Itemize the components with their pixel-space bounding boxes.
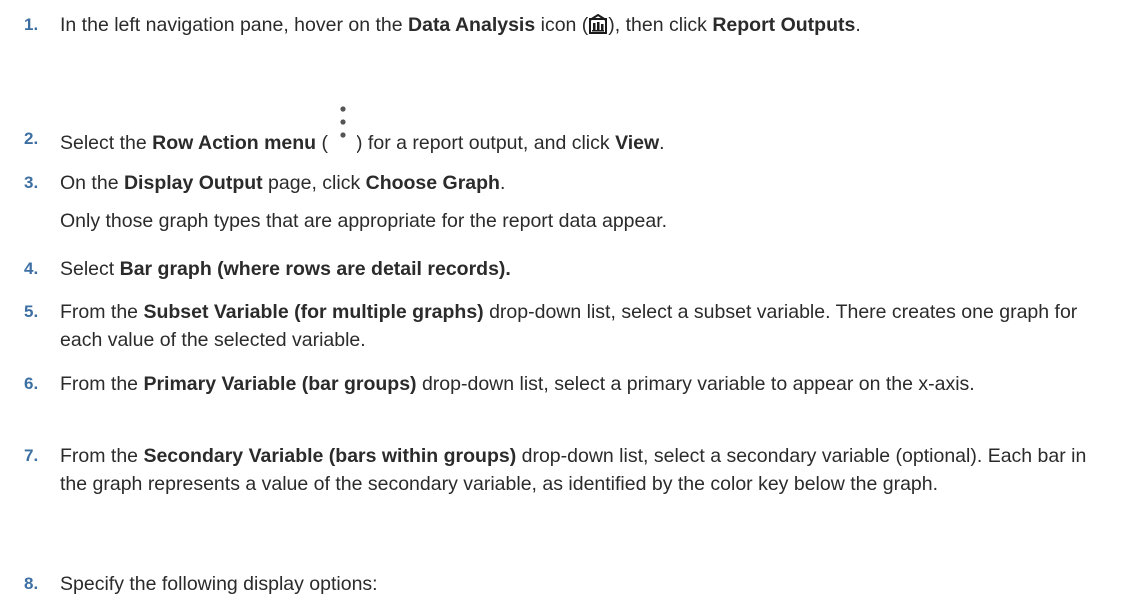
display-output-label: Display Output [123, 172, 263, 194]
step-text: Select the Row Action menu ( ) for a rep… [60, 95, 1115, 157]
primary-variable-label: Primary Variable (bar groups) [143, 373, 417, 395]
step-text: Specify the following display options: [60, 573, 378, 595]
view-label: View [615, 132, 660, 154]
choose-graph-label: Choose Graph [365, 172, 500, 194]
step-number: 4. [24, 259, 39, 278]
row-action-menu-icon [329, 95, 358, 155]
step-note: Only those graph types that are appropri… [60, 210, 668, 232]
step-number: 3. [24, 173, 39, 192]
secondary-variable-label: Secondary Variable (bars within groups) [143, 445, 517, 467]
step-number: 5. [24, 302, 39, 321]
step-number: 2. [24, 129, 39, 148]
data-analysis-label: Data Analysis [408, 14, 536, 36]
step-number: 1. [24, 15, 39, 34]
step-number: 7. [24, 446, 39, 465]
step-text: From the Primary Variable (bar groups) d… [60, 373, 975, 395]
step-number: 8. [24, 574, 39, 593]
step-text: Select Bar graph (where rows are detail … [60, 258, 511, 280]
step-text: On the Display Output page, click Choose… [60, 169, 1115, 235]
report-outputs-label: Report Outputs [712, 14, 856, 36]
step-text: From the Secondary Variable (bars within… [60, 445, 1087, 495]
subset-variable-label: Subset Variable (for multiple graphs) [143, 301, 484, 323]
step-text: In the left navigation pane, hover on th… [60, 14, 861, 36]
step-number: 6. [24, 374, 39, 393]
bar-graph-label: Bar graph (where rows are detail records… [119, 258, 511, 280]
document: 1. In the left navigation pane, hover on… [0, 0, 1124, 616]
step-text: From the Subset Variable (for multiple g… [60, 301, 1078, 351]
data-analysis-icon [589, 14, 608, 34]
row-action-menu-label: Row Action menu [152, 132, 317, 154]
